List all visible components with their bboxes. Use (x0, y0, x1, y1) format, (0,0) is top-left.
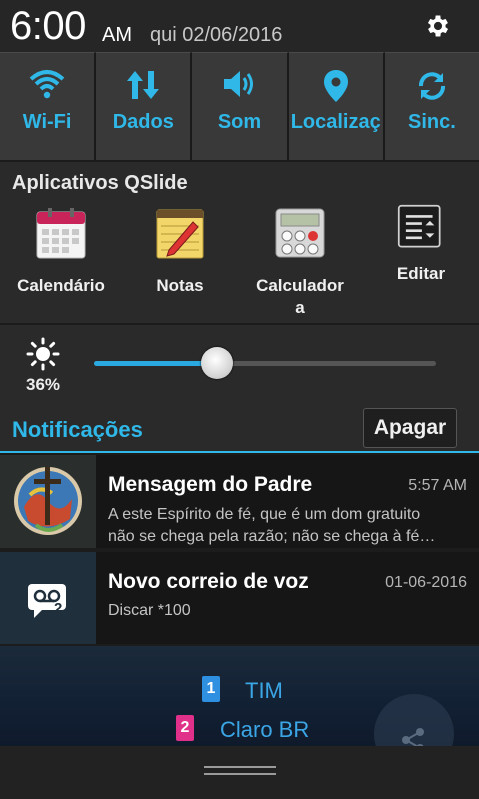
clear-notifications-button[interactable]: Apagar (363, 408, 457, 448)
notes-icon (156, 209, 204, 259)
status-bar: 6:00 AM qui 02/06/2016 (0, 0, 479, 52)
edit-list-icon (397, 204, 441, 248)
brightness-sun-icon (26, 337, 60, 371)
sim2-badge: 2 (176, 715, 194, 741)
brightness-percent: 36% (26, 375, 61, 394)
data-arrows-icon (127, 71, 160, 99)
toggle-sync[interactable]: Sinc. (384, 52, 479, 160)
panel-drag-handle[interactable] (0, 746, 479, 799)
padre-cross-avatar-icon (14, 467, 82, 535)
notification-voicemail-tile: 2 (0, 552, 96, 644)
toggle-data[interactable]: Dados (96, 52, 193, 160)
notification-padre-time: 5:57 AM (408, 477, 467, 494)
notifications-title: Notificações (12, 417, 143, 442)
qslide-app-notes[interactable]: Notas (125, 206, 235, 297)
notification-item-voicemail[interactable]: 2 Novo correio de voz 01-06-2016 Discar … (0, 552, 479, 644)
handle-line-top (204, 766, 276, 768)
toggle-wifi[interactable]: Wi-Fi (0, 52, 97, 160)
status-date: qui 02/06/2016 (150, 24, 283, 46)
toggle-sound-label: Som (217, 111, 262, 133)
notification-padre-title: Mensagem do Padre (108, 473, 313, 496)
qslide-title: Aplicativos QSlide (12, 172, 188, 194)
notification-voicemail-date: 01-06-2016 (385, 574, 467, 591)
qslide-app-calendar-label: Calendário (17, 276, 105, 295)
brightness-slider[interactable] (94, 347, 436, 379)
carrier-2-name: Claro BR (220, 717, 310, 742)
notification-padre-text-line2: não se chega pela razão; não se chega à … (108, 528, 436, 545)
qslide-app-calculator-label: Calculadora (245, 275, 355, 319)
notification-padre-text-line1: A este Espírito de fé, que é um dom grat… (108, 506, 421, 523)
brightness-slider-thumb[interactable] (201, 347, 234, 379)
toggle-sound[interactable]: Som (192, 52, 289, 160)
calculator-icon (275, 208, 325, 258)
notifications-header: Notificações Apagar (0, 405, 479, 453)
location-pin-icon (323, 70, 348, 102)
wifi-icon (29, 70, 65, 99)
qslide-app-calculator[interactable]: Calculadora (245, 206, 355, 319)
qslide-app-edit-label: Editar (396, 264, 446, 283)
toggle-location[interactable]: Localizaç (288, 52, 385, 160)
carrier-area: 1 TIM 2 Claro BR (0, 646, 479, 774)
notification-voicemail-text: Discar *100 (108, 602, 191, 619)
qslide-app-calendar[interactable]: Calendário (6, 206, 116, 297)
notification-voicemail-title: Novo correio de voz (108, 570, 309, 593)
voicemail-icon: 2 (28, 584, 66, 618)
qslide-app-notes-label: Notas (156, 276, 204, 295)
qslide-app-edit[interactable]: Editar (366, 204, 476, 285)
speaker-icon (223, 71, 253, 97)
quick-settings-toggles: Wi-Fi Dados Som Localizaç Sinc. (0, 52, 479, 160)
toggle-sync-label: Sinc. (408, 111, 456, 133)
sync-icon (418, 72, 445, 100)
qslide-panel: Aplicativos QSlide Calendário Notas Calc… (0, 160, 479, 323)
toggle-location-label: Localizaç (290, 111, 381, 133)
notification-item-padre[interactable]: Mensagem do Padre 5:57 AM A este Espírit… (0, 455, 479, 548)
svg-text:2: 2 (54, 600, 62, 617)
brightness-slider-fill (94, 361, 218, 366)
calendar-icon (36, 208, 86, 259)
toggle-wifi-label: Wi-Fi (22, 111, 72, 133)
brightness-panel: 36% (0, 323, 479, 405)
notification-padre-image (0, 455, 96, 548)
carrier-1-name: TIM (245, 678, 283, 703)
toggle-data-label: Dados (112, 111, 174, 133)
clock-ampm: AM (102, 24, 132, 46)
handle-line-bottom (204, 773, 276, 775)
sim1-badge: 1 (202, 676, 220, 702)
clock-time: 6:00 (10, 4, 86, 48)
qslide-app-calculator-label-text: Calculadora (256, 276, 344, 317)
gear-icon[interactable] (424, 12, 452, 40)
